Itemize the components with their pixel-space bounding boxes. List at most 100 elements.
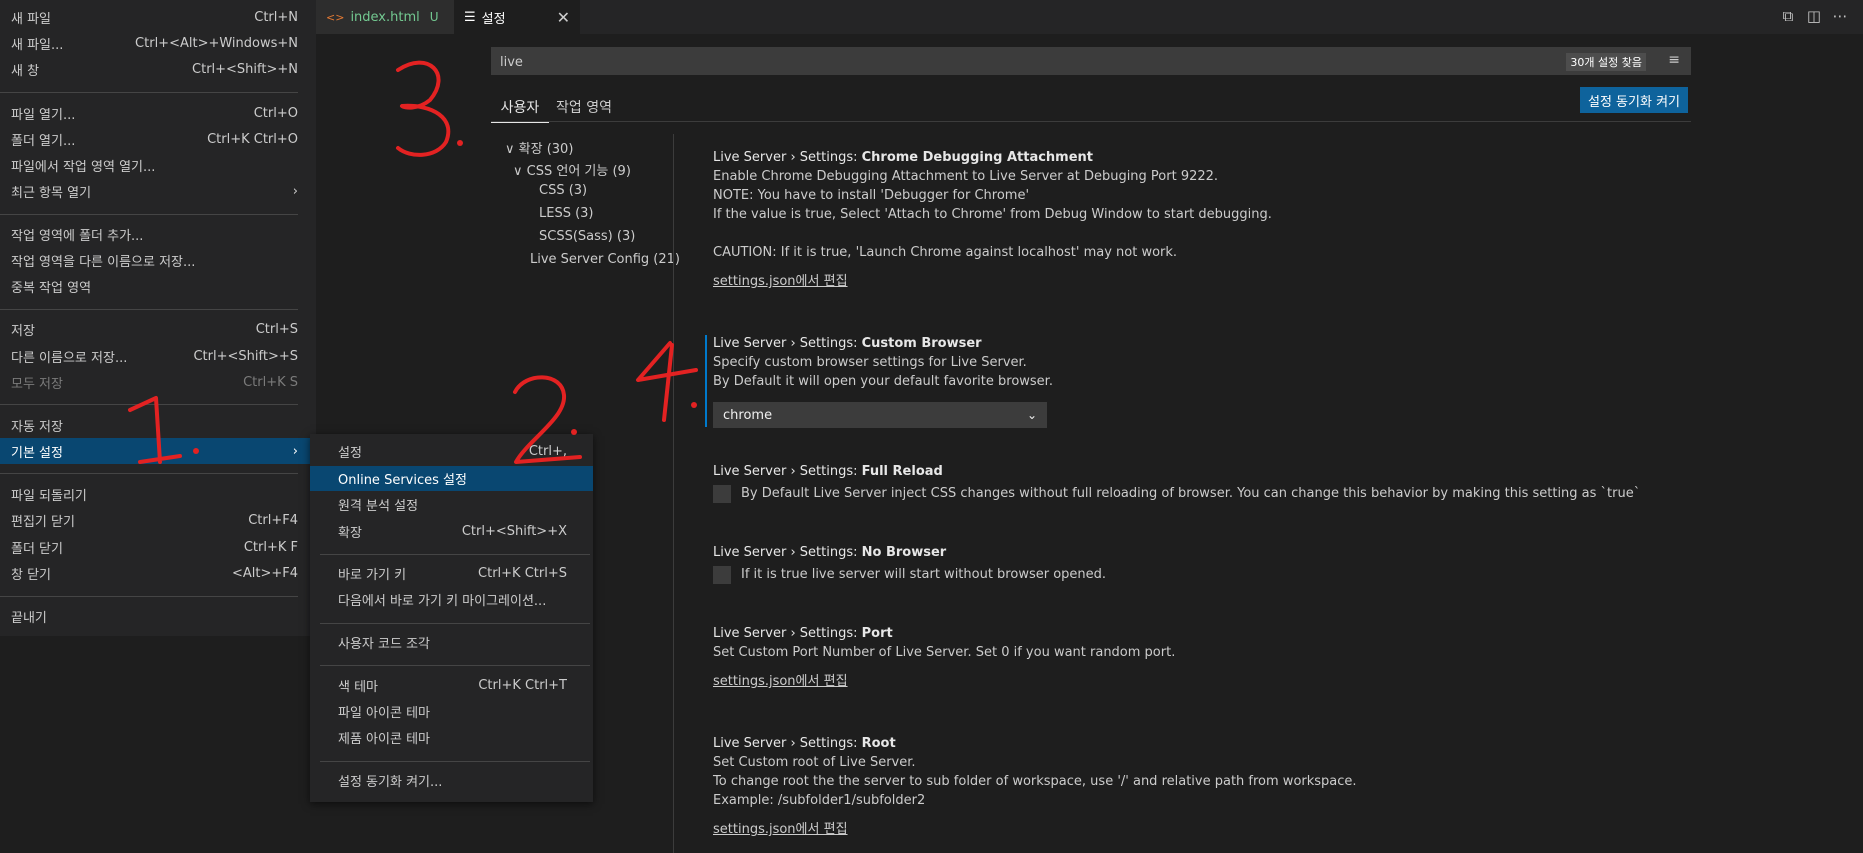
menu-shortcut: Ctrl+K S (243, 374, 298, 390)
menu-item-close-window[interactable]: 창 닫기 <Alt>+F4 (0, 560, 316, 586)
menu-label: 최근 항목 열기 (11, 185, 92, 201)
checkbox-row: If it is true live server will start wit… (713, 565, 1106, 584)
menu-item-close-editor[interactable]: 편집기 닫기 Ctrl+F4 (0, 507, 316, 533)
focus-indicator (705, 335, 707, 427)
menu-item-auto-save[interactable]: 자동 저장 (0, 412, 316, 438)
menu-shortcut: Ctrl+S (255, 321, 298, 337)
submenu-item-telemetry[interactable]: 원격 분석 설정 (310, 492, 593, 517)
toc-label: CSS 언어 기능 (9) (526, 164, 631, 179)
menu-item-new-file[interactable]: 새 파일 Ctrl+N (0, 4, 316, 30)
filter-icon[interactable]: ≡ (1668, 52, 1680, 68)
menu-label: 창 닫기 (11, 567, 52, 583)
submenu-item-settings[interactable]: 설정 Ctrl+, (310, 439, 593, 464)
menu-label: 설정 동기화 켜기... (338, 775, 443, 790)
toc-label: 확장 (30) (518, 142, 574, 157)
menu-shortcut: Ctrl+F4 (248, 512, 298, 528)
more-actions-icon[interactable]: ⋯ (1830, 6, 1850, 26)
menu-item-open-file[interactable]: 파일 열기... Ctrl+O (0, 100, 316, 126)
submenu-item-online-services[interactable]: Online Services 설정 (310, 466, 593, 491)
menu-item-open-workspace-from-file[interactable]: 파일에서 작업 영역 열기... (0, 152, 316, 178)
menu-label: 폴더 닫기 (11, 541, 63, 557)
toc-item-less[interactable]: LESS (3) (539, 206, 594, 221)
menu-item-save[interactable]: 저장 Ctrl+S (0, 316, 316, 342)
submenu-item-turn-on-sync[interactable]: 설정 동기화 켜기... (310, 768, 593, 793)
menu-label: 중복 작업 영역 (11, 280, 92, 296)
sync-settings-button[interactable]: 설정 동기화 켜기 (1580, 87, 1688, 113)
menu-label: 새 파일... (11, 37, 64, 53)
setting-title: Live Server › Settings: Port (713, 624, 1175, 643)
menu-item-new-window[interactable]: 새 창 Ctrl+<Shift>+N (0, 56, 316, 82)
submenu-item-user-snippets[interactable]: 사용자 코드 조각 (310, 630, 593, 655)
close-icon[interactable]: ✕ (557, 8, 570, 27)
toc-item-live-server[interactable]: Live Server Config (21) (530, 252, 680, 267)
menu-item-open-folder[interactable]: 폴더 열기... Ctrl+K Ctrl+O (0, 126, 316, 152)
tab-settings[interactable]: ☰ 설정 ✕ (454, 0, 580, 34)
chevron-down-icon: ∨ (505, 142, 515, 157)
edit-in-settings-json-link[interactable]: settings.json에서 편집 (713, 672, 848, 691)
menu-shortcut: Ctrl+K Ctrl+T (478, 678, 567, 693)
submenu-item-file-icon-theme[interactable]: 파일 아이콘 테마 (310, 699, 593, 724)
submenu-item-extensions[interactable]: 확장 Ctrl+<Shift>+X (310, 519, 593, 544)
setting-name: Chrome Debugging Attachment (861, 150, 1094, 165)
setting-prefix: Live Server › Settings: (713, 736, 862, 751)
annotation-dot (691, 402, 697, 408)
split-editor-icon[interactable]: ◫ (1804, 6, 1824, 26)
chevron-right-icon: › (292, 183, 298, 199)
file-menu: 새 파일 Ctrl+N 새 파일... Ctrl+<Alt>+Windows+N 새… (0, 0, 316, 636)
menu-item-save-as[interactable]: 다른 이름으로 저장... Ctrl+<Shift>+S (0, 343, 316, 369)
no-browser-checkbox[interactable] (713, 565, 731, 584)
submenu-item-product-icon-theme[interactable]: 제품 아이콘 테마 (310, 725, 593, 750)
menu-item-open-recent[interactable]: 최근 항목 열기 › (0, 178, 316, 204)
setting-description: Set Custom Port Number of Live Server. S… (713, 645, 1176, 660)
setting-title: Live Server › Settings: Chrome Debugging… (713, 148, 1272, 167)
setting-prefix: Live Server › Settings: (713, 336, 862, 351)
toc-item-css[interactable]: CSS (3) (539, 183, 587, 198)
chevron-right-icon: › (292, 443, 298, 459)
menu-item-new-file-dialog[interactable]: 새 파일... Ctrl+<Alt>+Windows+N (0, 30, 316, 56)
setting-no-browser: Live Server › Settings: No Browser If it… (713, 543, 1106, 584)
setting-name: No Browser (861, 545, 947, 560)
menu-shortcut: Ctrl+K F (243, 539, 298, 555)
preferences-submenu: 설정 Ctrl+, Online Services 설정 원격 분석 설정 확장 C… (310, 434, 593, 802)
submenu-item-migrate-keybindings[interactable]: 다음에서 바로 가기 키 마이그레이션... (310, 587, 593, 612)
tab-workspace-settings[interactable]: 작업 영역 (556, 92, 612, 122)
menu-item-exit[interactable]: 끝내기 (0, 603, 316, 629)
menu-item-preferences[interactable]: 기본 설정 › (0, 438, 316, 464)
setting-name: Port (861, 626, 893, 641)
submenu-item-keyboard-shortcuts[interactable]: 바로 가기 키 Ctrl+K Ctrl+S (310, 561, 593, 586)
search-input[interactable] (498, 51, 1402, 73)
toc-item-scss[interactable]: SCSS(Sass) (3) (539, 229, 635, 244)
menu-shortcut: Ctrl+<Shift>+X (461, 524, 567, 539)
menu-item-revert-file[interactable]: 파일 되돌리기 (0, 481, 316, 507)
tab-index-html[interactable]: <> index.html U (316, 0, 454, 34)
setting-title: Live Server › Settings: Root (713, 734, 1357, 753)
submenu-item-color-theme[interactable]: 색 테마 Ctrl+K Ctrl+T (310, 673, 593, 698)
setting-title: Live Server › Settings: Full Reload (713, 462, 1640, 481)
menu-shortcut: <Alt>+F4 (231, 565, 298, 581)
menu-item-save-workspace-as[interactable]: 작업 영역을 다른 이름으로 저장... (0, 247, 316, 273)
menu-shortcut: Ctrl+<Shift>+S (193, 348, 298, 364)
menu-shortcut: Ctrl+N (254, 9, 298, 25)
toc-divider (673, 134, 674, 853)
edit-in-settings-json-link[interactable]: settings.json에서 편집 (713, 820, 848, 839)
toc-item-extensions[interactable]: ∨ 확장 (30) (505, 138, 573, 157)
menu-label: 작업 영역을 다른 이름으로 저장... (11, 254, 196, 270)
setting-name: Root (861, 736, 896, 751)
annotation-digit-3 (396, 60, 451, 157)
toc-item-css-features[interactable]: ∨ CSS 언어 기능 (9) (513, 160, 631, 179)
menu-item-close-folder[interactable]: 폴더 닫기 Ctrl+K F (0, 534, 316, 560)
custom-browser-select[interactable]: chrome ⌄ (713, 402, 1047, 428)
menu-item-duplicate-workspace[interactable]: 중복 작업 영역 (0, 273, 316, 299)
menu-separator (0, 596, 298, 597)
menu-label: 편집기 닫기 (11, 514, 75, 530)
menu-item-add-folder-to-workspace[interactable]: 작업 영역에 폴더 추가... (0, 221, 316, 247)
menu-label: 다음에서 바로 가기 키 마이그레이션... (338, 594, 547, 609)
edit-in-settings-json-link[interactable]: settings.json에서 편집 (713, 272, 848, 291)
open-changes-icon[interactable]: ⧉ (1778, 6, 1798, 26)
full-reload-checkbox[interactable] (713, 484, 731, 503)
setting-title: Live Server › Settings: No Browser (713, 543, 1106, 562)
menu-label: 새 파일 (11, 11, 52, 27)
tab-user-settings[interactable]: 사용자 (491, 92, 549, 123)
settings-search[interactable]: 30개 설정 찾음 ≡ (491, 47, 1691, 75)
annotation-dot (457, 140, 463, 146)
